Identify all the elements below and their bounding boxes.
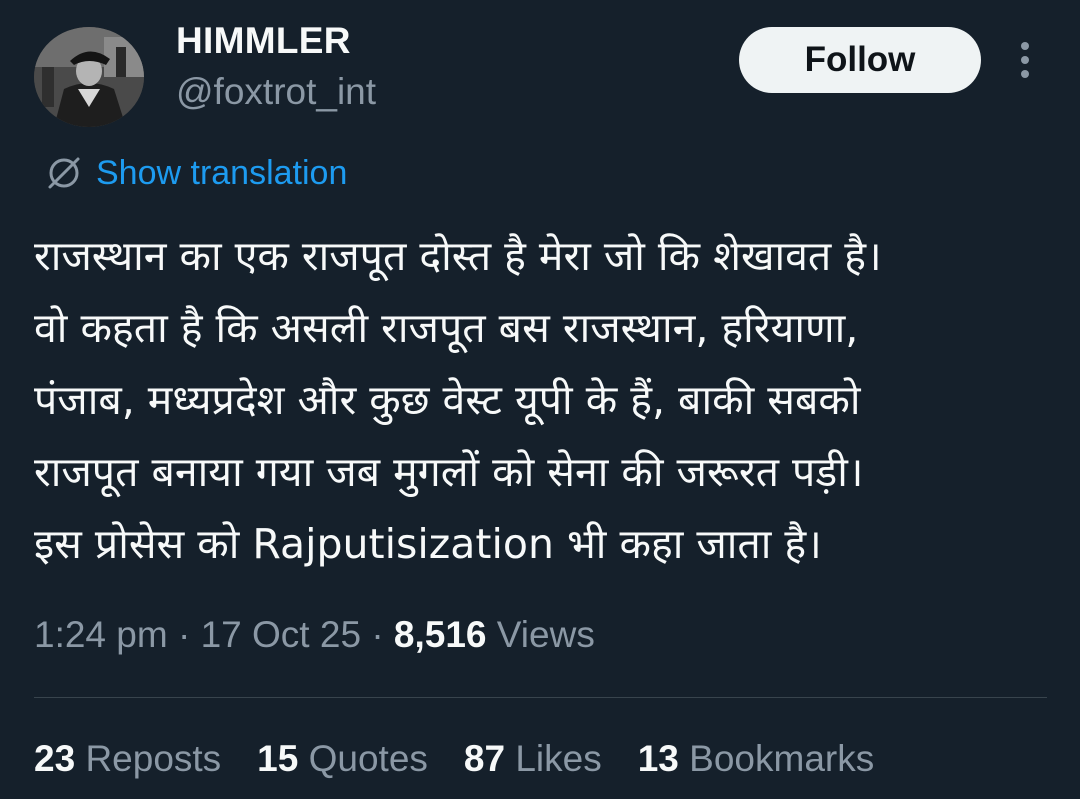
tweet-date[interactable]: 17 Oct 25 — [201, 614, 361, 655]
divider — [34, 697, 1047, 698]
views-count: 8,516 — [393, 614, 487, 655]
avatar[interactable] — [34, 27, 144, 127]
bookmarks-stat[interactable]: 13 Bookmarks — [638, 738, 875, 780]
engagement-stats: 23 Reposts 15 Quotes 87 Likes 13 Bookmar… — [34, 738, 910, 780]
show-translation-link[interactable]: Show translation — [96, 154, 347, 193]
meta-separator: · — [177, 614, 191, 655]
reposts-stat[interactable]: 23 Reposts — [34, 738, 221, 780]
views-label: Views — [496, 614, 595, 655]
tweet-time[interactable]: 1:24 pm — [34, 614, 168, 655]
reposts-count: 23 — [34, 738, 76, 779]
user-handle[interactable]: @foxtrot_int — [176, 71, 376, 113]
quotes-label: Quotes — [308, 738, 428, 779]
follow-button[interactable]: Follow — [739, 27, 981, 93]
tweet-text: राजस्थान का एक राजपूत दोस्त है मेरा जो क… — [34, 232, 882, 568]
tweet-meta: 1:24 pm · 17 Oct 25 · 8,516 Views — [34, 614, 595, 656]
avatar-photo — [34, 27, 144, 127]
likes-label: Likes — [515, 738, 602, 779]
bookmarks-count: 13 — [637, 738, 679, 779]
reposts-label: Reposts — [85, 738, 222, 779]
translation-row: Show translation — [44, 150, 347, 196]
more-vertical-icon[interactable] — [1012, 40, 1038, 80]
display-name[interactable]: HIMMLER — [176, 20, 351, 62]
quotes-count: 15 — [257, 738, 299, 779]
quotes-stat[interactable]: 15 Quotes — [257, 738, 428, 780]
meta-separator: · — [371, 614, 384, 655]
bookmarks-label: Bookmarks — [689, 738, 875, 779]
translate-globe-icon — [48, 157, 80, 189]
likes-stat[interactable]: 87 Likes — [464, 738, 602, 780]
likes-count: 87 — [463, 738, 506, 779]
